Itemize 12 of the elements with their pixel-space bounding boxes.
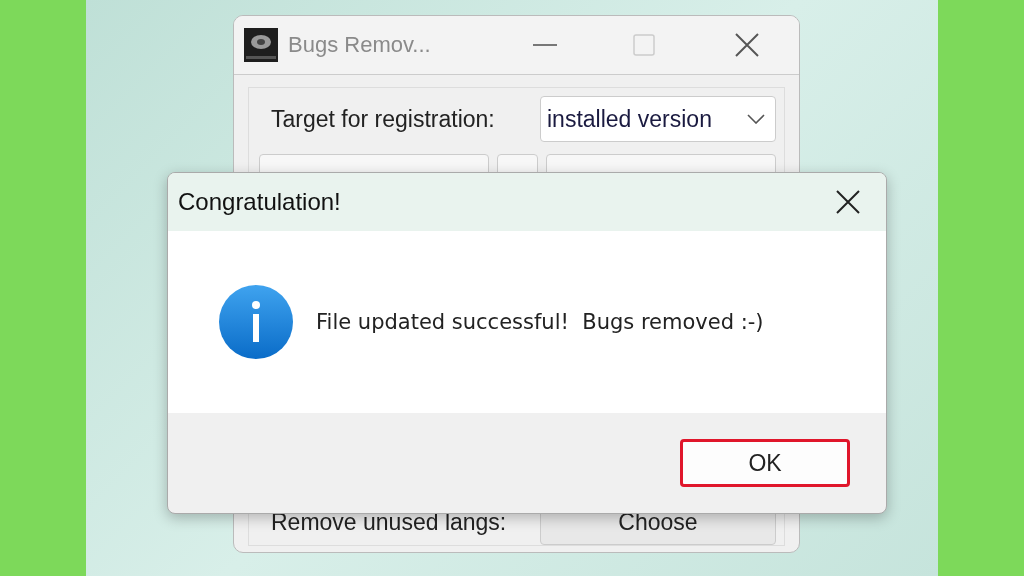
close-icon[interactable] bbox=[836, 190, 860, 214]
chevron-down-icon bbox=[747, 114, 765, 124]
target-dropdown[interactable]: installed version bbox=[540, 96, 776, 142]
app-icon bbox=[244, 28, 278, 62]
ok-button[interactable]: OK bbox=[680, 439, 850, 487]
dialog-message: File updated successful! Bugs removed :-) bbox=[316, 310, 764, 334]
dialog-title: Congratulation! bbox=[178, 188, 341, 216]
field-label: Remove unused langs: bbox=[270, 508, 507, 536]
window-title: Bugs Remov... bbox=[288, 32, 432, 58]
close-icon[interactable] bbox=[735, 33, 759, 57]
info-icon bbox=[218, 284, 294, 360]
field-label: Target for registration: bbox=[270, 105, 495, 133]
